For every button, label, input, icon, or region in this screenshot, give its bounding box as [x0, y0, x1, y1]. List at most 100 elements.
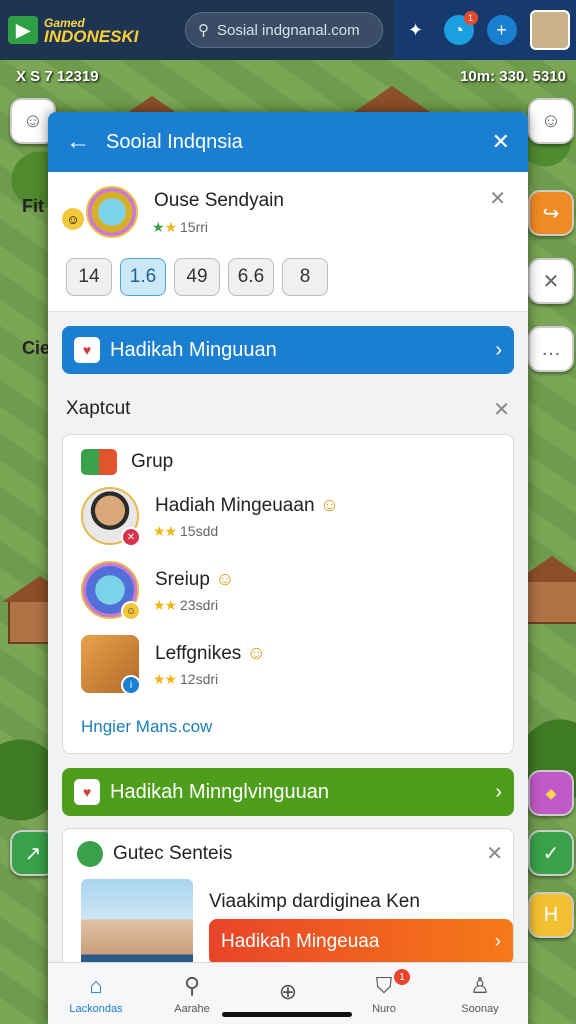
notification-badge: 1	[463, 11, 478, 25]
star-icon: ★★	[153, 597, 177, 613]
list-item-meta: ★★ 12sdri	[153, 671, 219, 687]
stat-chip[interactable]: 6.6	[228, 258, 274, 296]
stat-chip[interactable]: 8	[282, 258, 328, 296]
group-title: Grup	[131, 451, 174, 472]
star-icon: ★★	[153, 671, 177, 687]
info-badge-icon: i	[121, 675, 141, 695]
gutec-text: Viaakimp dardiginea Ken	[209, 891, 420, 912]
list-item-name: Hadiah Mingeuaan ☺	[155, 495, 340, 516]
puzzle-icon[interactable]: ✦	[401, 15, 431, 45]
side-check-button[interactable]: ✓	[528, 830, 574, 876]
emoji-icon: ☺	[62, 208, 84, 230]
search-icon: ⚲	[183, 972, 201, 998]
social-panel: ← Sooial Indqnsia ✕ ☺ Ouse Sendyain ★★ 1…	[48, 112, 528, 1024]
star-icon: ★	[152, 219, 165, 235]
banner-label: Hadikah Minguuan	[110, 338, 277, 361]
group-icon	[81, 449, 117, 475]
gutec-close-icon[interactable]: ✕	[486, 841, 503, 866]
section-close-icon[interactable]: ✕	[493, 397, 510, 422]
panel-title: Sooial Indqnsia	[106, 130, 243, 153]
stat-chip[interactable]: 49	[174, 258, 220, 296]
close-icon[interactable]: ✕	[492, 129, 510, 155]
home-icon: ⌂	[89, 972, 103, 998]
chevron-right-icon: ›	[495, 780, 502, 803]
search-icon: ⚲	[198, 22, 209, 39]
panel-header: ← Sooial Indqnsia ✕	[48, 112, 528, 172]
gutec-button-label: Hadikah Mingeuaa	[221, 931, 380, 952]
side-h-button[interactable]: H	[528, 892, 574, 938]
emoji-icon: ☺	[319, 495, 340, 516]
profile-close-icon[interactable]: ✕	[489, 186, 506, 211]
gift-icon: ♥	[74, 337, 100, 363]
gutec-card: Gutec Senteis ✕ Viaakimp dardiginea Ken …	[62, 828, 514, 968]
add-icon[interactable]: +	[486, 15, 517, 45]
search-placeholder: Sosial indgnanal.com	[217, 21, 360, 39]
profile-icon: ♙	[470, 972, 490, 998]
notification-icon: ⛉	[375, 972, 393, 998]
nav-label: Soonay	[461, 1002, 499, 1015]
list-item-name: Sreiup ☺	[155, 569, 235, 590]
stat-chip-selected[interactable]: 1.6	[120, 258, 166, 296]
emoji-icon: ☺	[246, 643, 266, 664]
nav-label: Aarahe	[174, 1002, 210, 1015]
emoji-badge-icon: ☺	[121, 601, 141, 621]
add-icon: ⊕	[278, 978, 298, 1004]
group-link[interactable]: Hngier Mans.cow	[81, 717, 212, 737]
weekly-reward-banner[interactable]: ♥ Hadikah Minguuan ›	[62, 326, 514, 374]
chevron-right-icon: ›	[495, 338, 502, 361]
group-card: Grup ✕ Hadiah Mingeuaan ☺ ★★ 15sdd ☺ Sre…	[62, 434, 514, 754]
hud-right-readout: 10m: 330. 5310	[460, 68, 566, 85]
nav-label: Lackondas	[69, 1002, 123, 1015]
app-logo[interactable]: ▶ Gamed INDONESKI	[8, 16, 183, 46]
side-label-cie: Cie	[22, 338, 51, 358]
profile-avatar[interactable]	[86, 186, 138, 238]
nav-label: Nuro	[372, 1002, 396, 1015]
back-arrow-icon[interactable]: ←	[66, 128, 106, 156]
nav-item-profile[interactable]: ♙ Soonay	[432, 963, 528, 1024]
stat-chips: 14 1.6 49 6.6 8	[66, 258, 328, 296]
weekly-reward-banner-green[interactable]: ♥ Hadikah Minnglvinguuan ›	[62, 768, 514, 816]
user-avatar[interactable]	[529, 10, 570, 50]
profile-card: ☺ Ouse Sendyain ★★ 15rri ✕ 14 1.6 49 6.6…	[48, 172, 528, 312]
list-item-meta: ★★ 23sdri	[153, 597, 219, 613]
side-share-button[interactable]: ↪	[528, 190, 574, 236]
gutec-title: Gutec Senteis	[113, 843, 233, 864]
home-indicator	[222, 1012, 352, 1017]
gutec-reward-button[interactable]: Hadikah Mingeuaa ›	[209, 919, 513, 965]
banner-label: Hadikah Minnglvinguuan	[110, 780, 330, 803]
clover-icon	[77, 841, 103, 867]
list-item-meta: ★★ 15sdd	[153, 523, 219, 539]
top-right-actions: ✦ ◔ 1 +	[394, 0, 576, 60]
chevron-right-icon: ›	[494, 931, 501, 952]
logo-icon: ▶	[8, 16, 38, 44]
notification-badge: 1	[394, 969, 410, 985]
list-item-name: Leffgnikes ☺	[155, 643, 266, 664]
list-item[interactable]: ✕ Hadiah Mingeuaan ☺ ★★ 15sdd	[81, 487, 501, 553]
star-icon: ★	[164, 219, 178, 235]
stat-chip[interactable]: 14	[66, 258, 112, 296]
list-item[interactable]: i Leffgnikes ☺ ★★ 12sdri	[81, 635, 501, 701]
star-icon: ★★	[153, 523, 177, 539]
side-more-button[interactable]: …	[528, 326, 574, 372]
nav-item-home[interactable]: ⌂ Lackondas	[48, 963, 144, 1024]
messenger-icon[interactable]: ◔ 1	[443, 11, 478, 45]
section-title: Xaptcut	[66, 398, 131, 419]
group-header: Grup	[81, 449, 173, 475]
side-avatar-button-right[interactable]: ☺	[528, 98, 574, 144]
search-input[interactable]: ⚲ Sosial indgnanal.com	[185, 12, 383, 48]
list-item[interactable]: ☺ Sreiup ☺ ★★ 23sdri	[81, 561, 501, 627]
person-photo	[81, 879, 193, 967]
profile-meta: ★★ 15rri	[152, 219, 208, 236]
house-decoration	[514, 556, 576, 624]
section-header: Xaptcut ✕	[48, 384, 528, 434]
gift-icon: ♥	[74, 779, 100, 805]
side-close-button[interactable]: ✕	[528, 258, 574, 304]
profile-meta-text: 15rri	[180, 219, 209, 235]
emoji-icon: ☺	[215, 569, 235, 590]
top-bar: ▶ Gamed INDONESKI ⚲ Sosial indgnanal.com…	[0, 0, 576, 60]
logo-big-text: INDONESKI	[44, 27, 139, 46]
side-label-fit: Fit	[22, 196, 44, 216]
profile-name: Ouse Sendyain	[154, 190, 284, 211]
side-event-button[interactable]: ◆	[528, 770, 574, 816]
hud-left-readout: X S 7 12319	[16, 68, 99, 85]
